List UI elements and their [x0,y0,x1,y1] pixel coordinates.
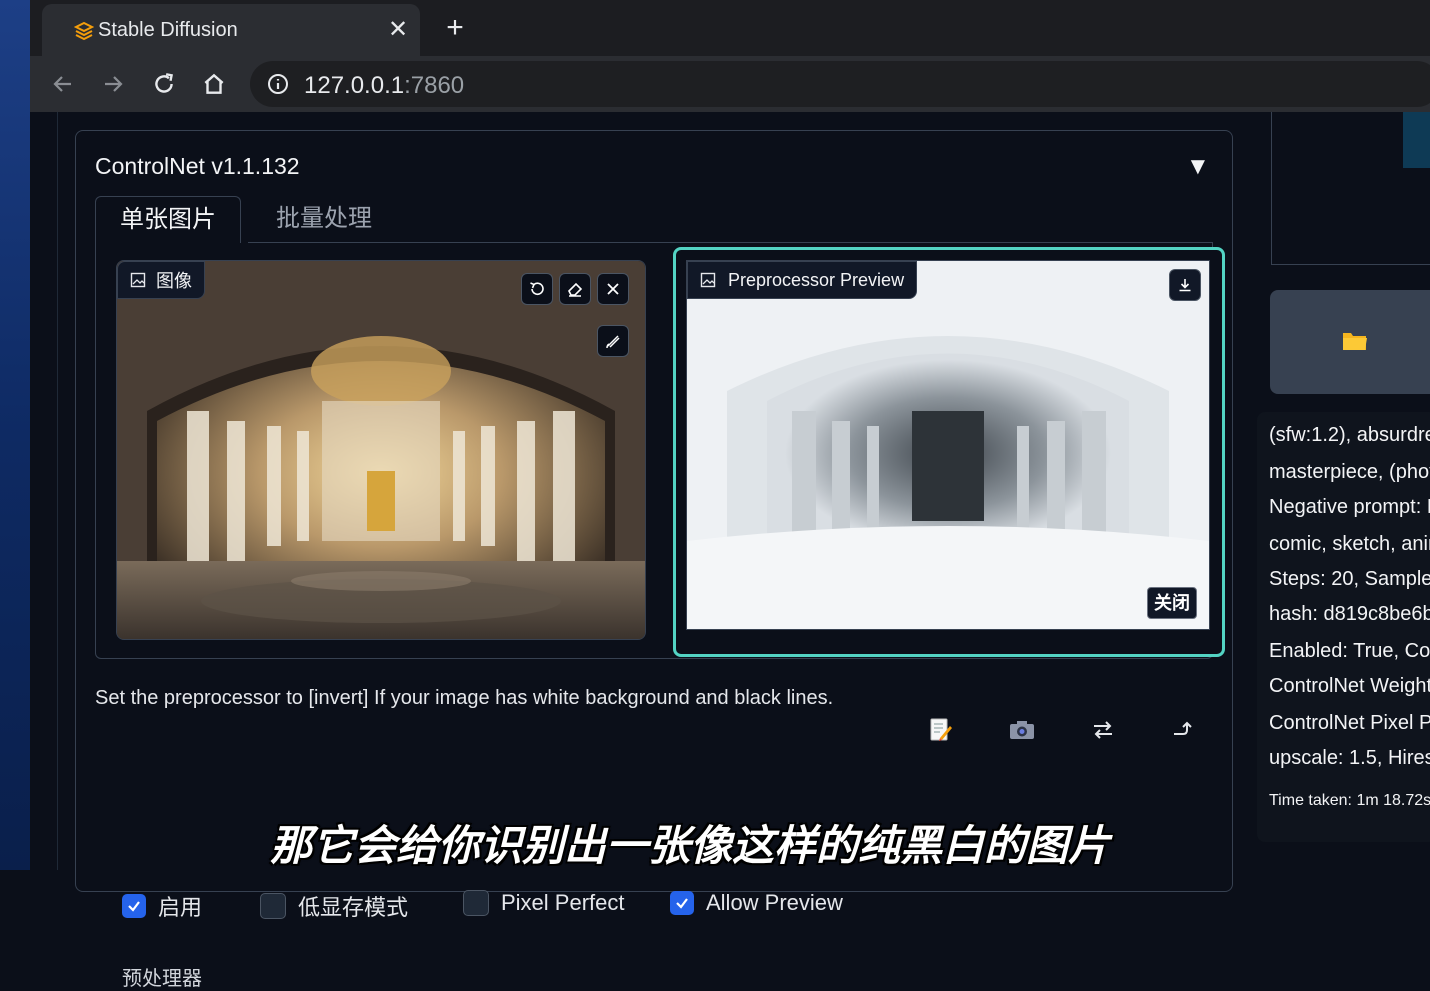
info-line: Negative prompt: E [1269,496,1430,518]
info-line: upscale: 1.5, Hires [1269,747,1430,769]
browser-tab[interactable]: Stable Diffusion ✕ [42,4,420,56]
download-icon[interactable] [1169,269,1201,301]
address-bar[interactable]: 127.0.0.1:7860 [250,61,1430,107]
depth-map-image [687,261,1209,629]
video-subtitle: 那它会给你识别出一张像这样的纯黑白的图片 [270,822,1111,869]
eraser-icon[interactable] [559,273,591,305]
tab-batch[interactable]: 批量处理 [252,196,396,242]
allow-preview-checkbox[interactable]: Allow Preview [670,890,843,916]
browser-toolbar: 127.0.0.1:7860 [30,56,1430,112]
tab-content: 图像 Preprocessor Preview 关闭 [95,242,1225,659]
preprocessor-preview-panel: Preprocessor Preview 关闭 [673,247,1225,657]
pixel-perfect-label: Pixel Perfect [501,890,625,915]
desktop-background [0,0,30,870]
info-line: hash: d819c8be6b, [1269,603,1430,625]
invert-hint-text: Set the preprocessor to [invert] If your… [95,687,834,709]
url-text: 127.0.0.1:7860 [304,72,464,100]
preview-label: Preprocessor Preview [687,261,918,299]
info-line: ControlNet Weight: [1269,675,1430,697]
preprocessor-label: 预处理器 [122,968,202,990]
pixel-perfect-checkbox[interactable]: Pixel Perfect [463,890,625,916]
info-line: comic, sketch, anim [1269,533,1430,555]
brush-icon[interactable] [597,325,629,357]
preview-label-text: Preprocessor Preview [728,269,905,290]
tab-single-image[interactable]: 单张图片 [95,196,241,243]
time-taken: Time taken: 1m 18.72s [1269,792,1430,809]
checkbox-unchecked-icon[interactable] [463,890,489,916]
info-line: Steps: 20, Sampler: [1269,568,1430,590]
close-preview-button[interactable]: 关闭 [1147,587,1197,619]
send-dimensions-icon[interactable] [1166,713,1200,747]
checkbox-checked-icon[interactable] [670,891,694,915]
info-line: ControlNet Pixel Pe [1269,712,1430,734]
forward-icon[interactable] [95,66,131,102]
generation-info: (sfw:1.2), absurdres, masterpiece, (phot… [1257,412,1430,842]
close-tab-icon[interactable]: ✕ [384,14,412,46]
checkbox-unchecked-icon[interactable] [260,893,286,919]
right-column: (sfw:1.2), absurdres, masterpiece, (phot… [1257,112,1430,870]
swap-icon[interactable] [1086,713,1120,747]
url-host: 127.0.0.1 [304,72,405,99]
allow-preview-label: Allow Preview [706,890,843,915]
image-label: 图像 [117,261,205,299]
clear-image-icon[interactable] [597,273,629,305]
image-icon [130,272,146,288]
new-tab-button[interactable]: + [440,10,470,46]
info-line: Enabled: True, Cont [1269,640,1430,662]
info-icon[interactable] [266,72,290,96]
cathedral-photo [117,261,645,639]
back-icon[interactable] [45,66,81,102]
collapse-toggle-icon[interactable]: ▼ [1186,153,1214,181]
info-line: masterpiece, (photo [1269,461,1430,483]
reload-icon[interactable] [146,66,182,102]
tab-title: Stable Diffusion [98,19,238,41]
webcam-icon[interactable] [1005,713,1039,747]
url-port: :7860 [404,72,465,99]
stable-diffusion-logo-icon [74,21,94,41]
webui-page: ControlNet v1.1.132 ▼ 单张图片 批量处理 图像 Prepr… [30,112,1430,990]
output-gallery [1271,112,1430,265]
controlnet-panel: ControlNet v1.1.132 ▼ 单张图片 批量处理 图像 Prepr… [75,130,1233,892]
preview-image-area[interactable]: Preprocessor Preview 关闭 [686,260,1210,630]
undo-icon[interactable] [521,273,553,305]
checkbox-checked-icon[interactable] [122,894,146,918]
enable-checkbox[interactable]: 启用 [122,890,202,922]
new-canvas-icon[interactable] [924,713,958,747]
home-icon[interactable] [196,66,232,102]
left-column: ControlNet v1.1.132 ▼ 单张图片 批量处理 图像 Prepr… [57,112,1258,990]
tab-strip: Stable Diffusion ✕ + [30,0,1430,56]
info-line: (sfw:1.2), absurdres, [1269,424,1430,446]
browser-window: Stable Diffusion ✕ + 127.0.0.1:7860 Cont… [30,0,1430,990]
enable-label: 启用 [158,895,203,920]
image-icon [700,272,716,288]
input-image-canvas[interactable]: 图像 [116,260,646,640]
low-vram-label: 低显存模式 [298,895,409,920]
low-vram-checkbox[interactable]: 低显存模式 [260,890,408,922]
open-folder-button[interactable] [1270,290,1430,394]
folder-icon [1343,333,1367,350]
controlnet-title[interactable]: ControlNet v1.1.132 [95,153,300,180]
gallery-thumbnail[interactable] [1403,112,1430,168]
image-label-text: 图像 [156,271,192,291]
